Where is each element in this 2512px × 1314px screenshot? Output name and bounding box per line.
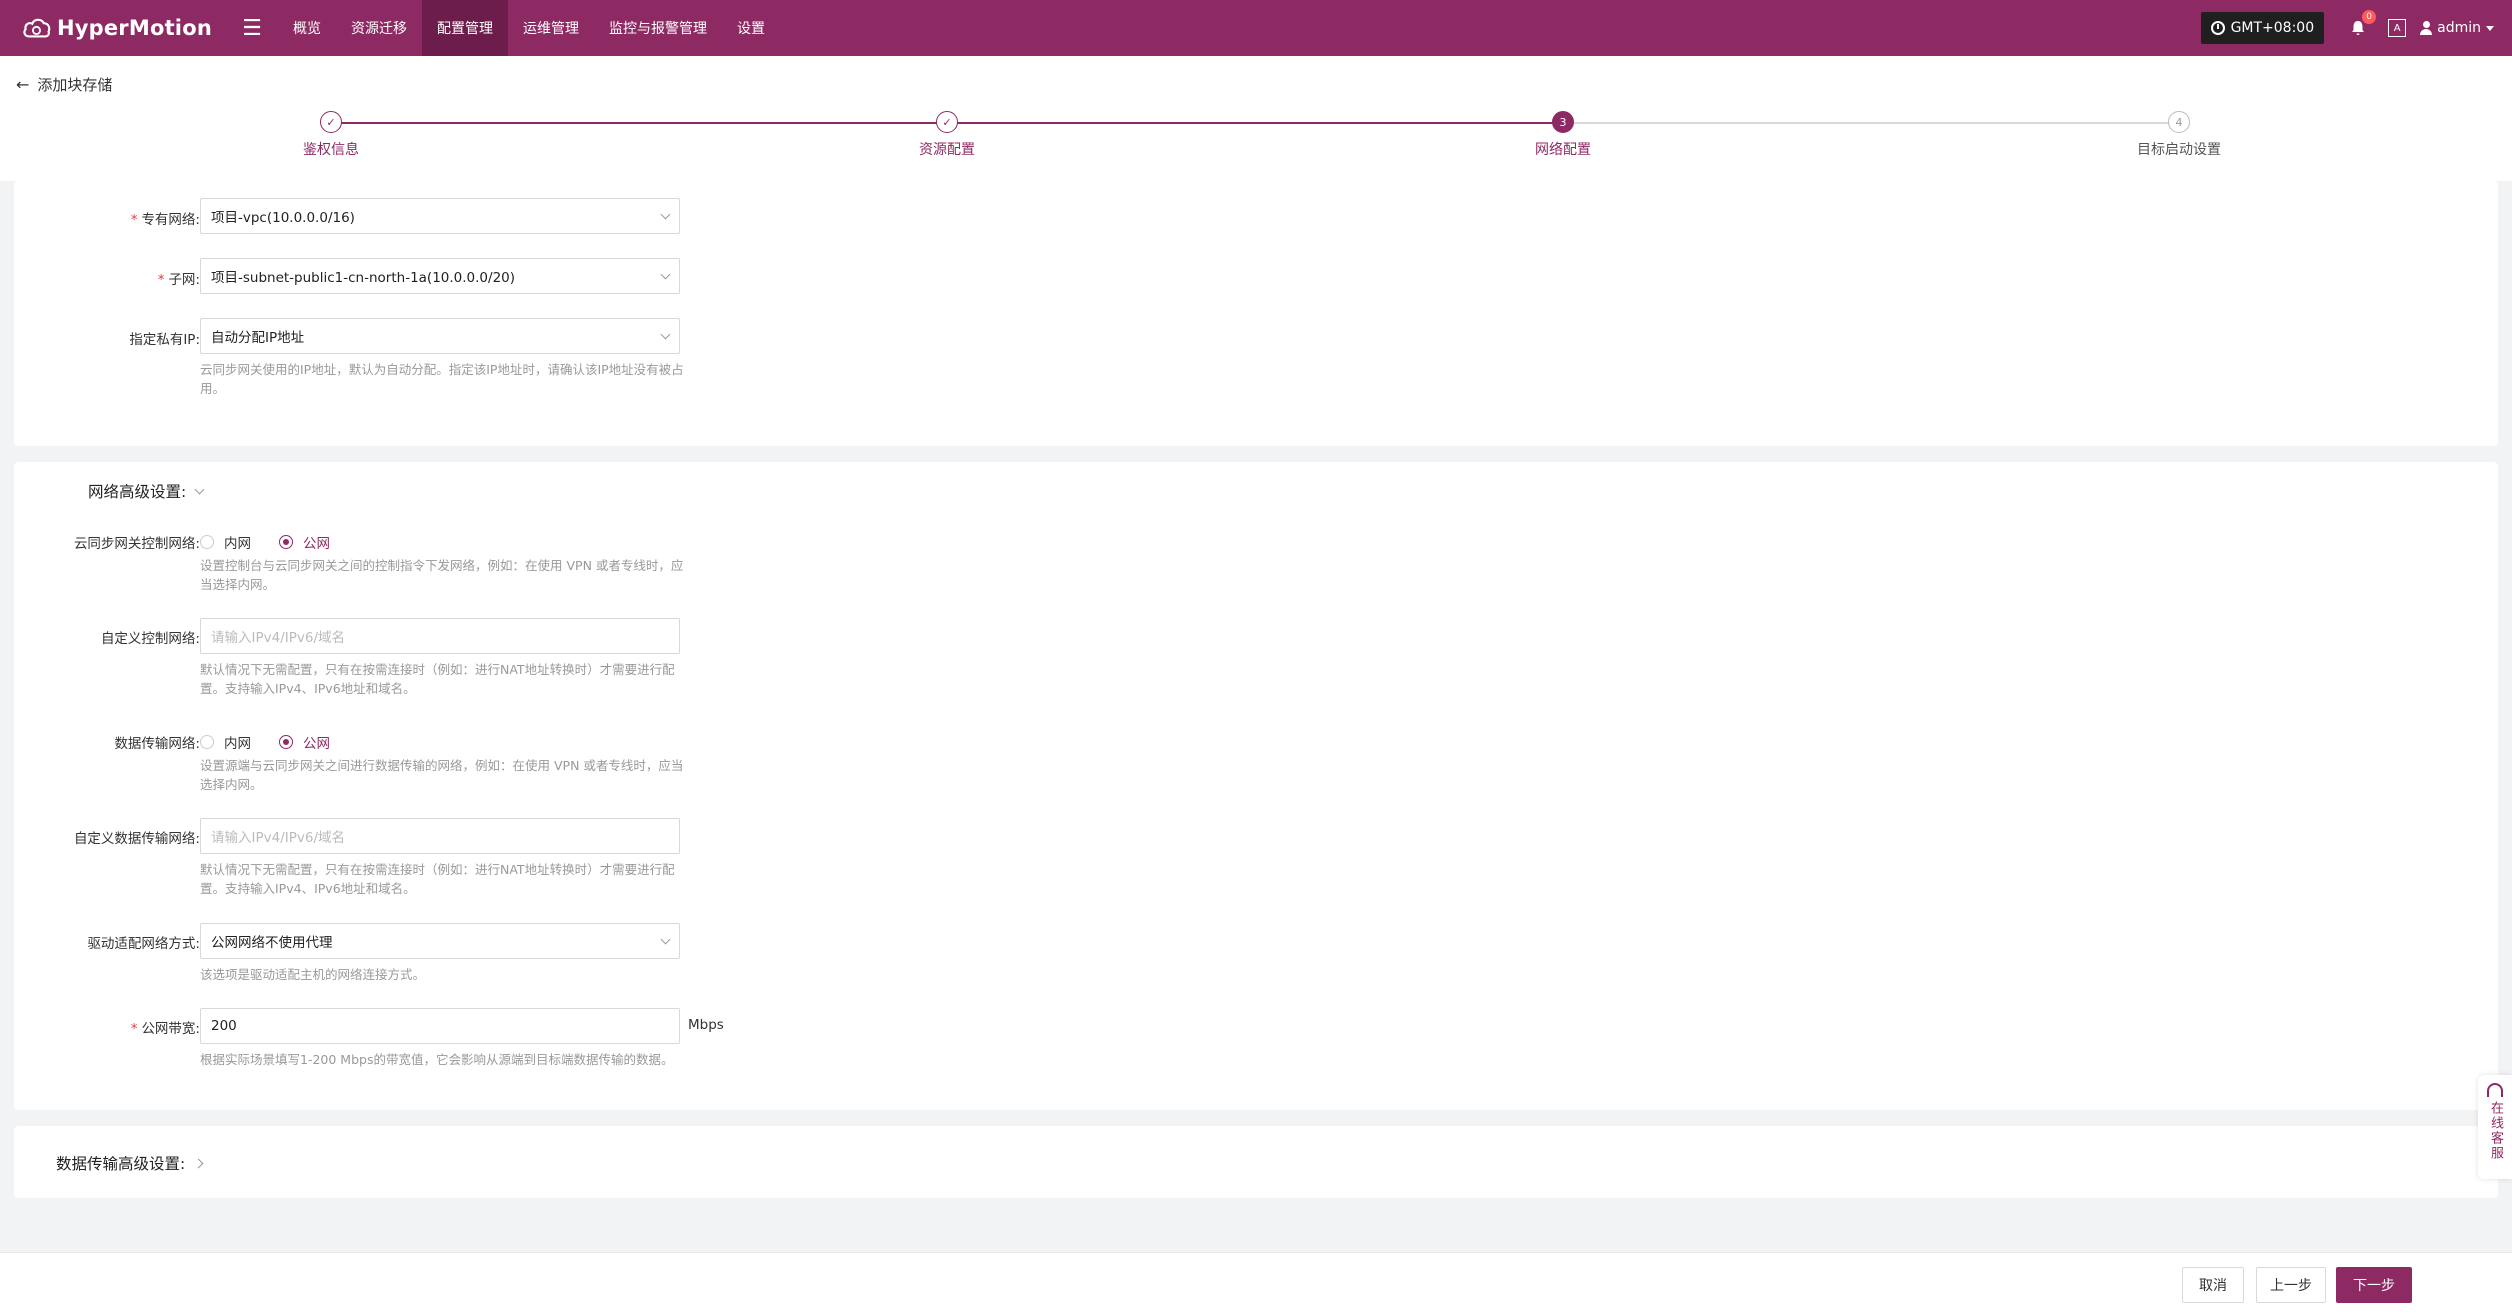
data-net-public-radio[interactable]: 公网 xyxy=(279,732,330,752)
bandwidth-input[interactable]: 200 xyxy=(200,1008,680,1044)
chevron-down-icon xyxy=(2486,25,2494,31)
vpc-label: * 专有网络: xyxy=(130,212,200,228)
custom-control-input[interactable]: 请输入IPv4/IPv6/域名 xyxy=(200,618,680,654)
step-label: 目标启动设置 xyxy=(2137,142,2221,158)
next-step-button[interactable]: 下一步 xyxy=(2336,1267,2412,1303)
data-transfer-title: 数据传输高级设置: xyxy=(56,1155,186,1173)
bandwidth-hint: 根据实际场景填写1-200 Mbps的带宽值，它会影响从源端到目标端数据传输的数… xyxy=(200,1052,674,1067)
data-transfer-panel: 数据传输高级设置: xyxy=(14,1126,2498,1198)
control-net-radios: 内网 公网 xyxy=(200,532,690,552)
topbar-right: GMT+08:00 0 A admin xyxy=(2200,0,2494,56)
notification-bell-icon[interactable]: 0 xyxy=(2346,10,2377,40)
advanced-title: 网络高级设置: xyxy=(88,483,187,501)
control-net-public-radio[interactable]: 公网 xyxy=(279,532,330,552)
menu-toggle-icon[interactable]: ☰ xyxy=(232,0,272,56)
nav-item-overview[interactable]: 概览 xyxy=(278,0,336,56)
network-panel: * 专有网络: 项目-vpc(10.0.0.0/16) * 子网: 项目-subne… xyxy=(14,181,2498,446)
brand-name: HyperMotion xyxy=(56,16,212,40)
custom-data-hint: 默认情况下无需配置，只有在按需连接时（例如：进行NAT地址转换时）才需要进行配置… xyxy=(200,862,675,896)
chevron-right-icon xyxy=(193,1158,204,1168)
timezone-text: GMT+08:00 xyxy=(2230,20,2315,36)
step-label: 资源配置 xyxy=(919,142,975,158)
custom-control-hint: 默认情况下无需配置，只有在按需连接时（例如：进行NAT地址转换时）才需要进行配置… xyxy=(200,662,675,696)
cloud-logo-icon xyxy=(23,18,51,38)
control-net-label: 云同步网关控制网络: xyxy=(73,536,200,552)
private-ip-hint: 云同步网关使用的IP地址，默认为自动分配。指定该IP地址时，请确认该IP地址没有… xyxy=(200,362,684,396)
step-target-boot: 4 目标启动设置 xyxy=(2079,111,2279,159)
private-ip-select[interactable]: 自动分配IP地址 xyxy=(200,318,680,354)
step-label: 鉴权信息 xyxy=(303,142,359,158)
driver-value: 公网网络不使用代理 xyxy=(211,935,333,951)
online-service-widget[interactable]: 在线客服 xyxy=(2478,1075,2512,1179)
user-name: admin xyxy=(2437,20,2481,36)
chevron-down-icon xyxy=(660,329,671,340)
timezone-badge[interactable]: GMT+08:00 xyxy=(2200,12,2325,44)
nav-item-monitor[interactable]: 监控与报警管理 xyxy=(594,0,722,56)
control-net-hint: 设置控制台与云同步网关之间的控制指令下发网络，例如：在使用 VPN 或者专线时，… xyxy=(200,558,684,592)
prev-step-button[interactable]: 上一步 xyxy=(2256,1267,2326,1303)
data-net-label: 数据传输网络: xyxy=(114,736,200,752)
user-icon xyxy=(2420,21,2433,35)
main-nav: 概览 资源迁移 配置管理 运维管理 监控与报警管理 设置 xyxy=(278,0,780,56)
top-navbar: HyperMotion ☰ 概览 资源迁移 配置管理 运维管理 监控与报警管理 … xyxy=(0,0,2512,56)
nav-item-config[interactable]: 配置管理 xyxy=(422,0,508,56)
data-net-radios: 内网 公网 xyxy=(200,732,690,752)
private-ip-value: 自动分配IP地址 xyxy=(211,330,305,346)
clock-icon xyxy=(2210,21,2225,35)
step-auth: ✓ 鉴权信息 xyxy=(231,111,431,159)
data-net-internal-radio[interactable]: 内网 xyxy=(200,732,251,752)
driver-select[interactable]: 公网网络不使用代理 xyxy=(200,923,680,959)
custom-control-label: 自定义控制网络: xyxy=(100,631,200,647)
vpc-value: 项目-vpc(10.0.0.0/16) xyxy=(211,210,355,226)
step-resource: ✓ 资源配置 xyxy=(847,111,1047,159)
chevron-down-icon xyxy=(660,209,671,220)
step-number: 4 xyxy=(2168,111,2190,133)
check-icon: ✓ xyxy=(936,111,958,133)
online-service-label: 在线客服 xyxy=(2488,1101,2503,1161)
subnet-label: * 子网: xyxy=(157,272,200,288)
arrow-left-icon: ← xyxy=(16,75,30,94)
brand-logo[interactable]: HyperMotion xyxy=(22,8,212,48)
control-net-internal-radio[interactable]: 内网 xyxy=(200,532,251,552)
page-title: 添加块存储 xyxy=(37,76,113,94)
nav-item-migration[interactable]: 资源迁移 xyxy=(336,0,422,56)
step-label: 网络配置 xyxy=(1535,142,1591,158)
subnet-value: 项目-subnet-public1-cn-north-1a(10.0.0.0/2… xyxy=(211,270,516,286)
nav-item-ops[interactable]: 运维管理 xyxy=(508,0,594,56)
nav-item-settings[interactable]: 设置 xyxy=(722,0,780,56)
bandwidth-unit: Mbps xyxy=(688,1017,724,1033)
chevron-down-icon xyxy=(194,484,205,494)
step-number: 3 xyxy=(1552,111,1574,133)
advanced-section-toggle[interactable]: 网络高级设置: xyxy=(88,480,205,502)
custom-data-input[interactable]: 请输入IPv4/IPv6/域名 xyxy=(200,818,680,854)
advanced-network-panel: 网络高级设置: 云同步网关控制网络: 内网 公网 设置控制台与云同步网关之间的控… xyxy=(14,462,2498,1110)
private-ip-label: 指定私有IP: xyxy=(129,332,200,348)
data-net-hint: 设置源端与云同步网关之间进行数据传输的网络，例如：在使用 VPN 或者专线时，应… xyxy=(200,758,684,792)
data-transfer-section-toggle[interactable]: 数据传输高级设置: xyxy=(56,1152,204,1174)
subnet-select[interactable]: 项目-subnet-public1-cn-north-1a(10.0.0.0/2… xyxy=(200,258,680,294)
user-menu[interactable]: admin xyxy=(2420,20,2494,36)
cancel-button[interactable]: 取消 xyxy=(2182,1267,2244,1303)
driver-hint: 该选项是驱动适配主机的网络连接方式。 xyxy=(200,967,426,982)
headset-icon xyxy=(2487,1083,2503,1097)
language-icon[interactable]: A xyxy=(2388,19,2407,37)
custom-data-label: 自定义数据传输网络: xyxy=(73,831,200,847)
back-link[interactable]: ← 添加块存储 xyxy=(16,74,112,95)
check-icon: ✓ xyxy=(320,111,342,133)
notification-count: 0 xyxy=(2362,10,2377,24)
footer-actions: 取消 上一步 下一步 xyxy=(0,1252,2512,1314)
chevron-down-icon xyxy=(660,934,671,945)
step-network: 3 网络配置 xyxy=(1463,111,1663,159)
driver-label: 驱动适配网络方式: xyxy=(87,936,200,952)
chevron-down-icon xyxy=(660,269,671,280)
vpc-select[interactable]: 项目-vpc(10.0.0.0/16) xyxy=(200,198,680,234)
bandwidth-label: * 公网带宽: xyxy=(130,1021,200,1037)
